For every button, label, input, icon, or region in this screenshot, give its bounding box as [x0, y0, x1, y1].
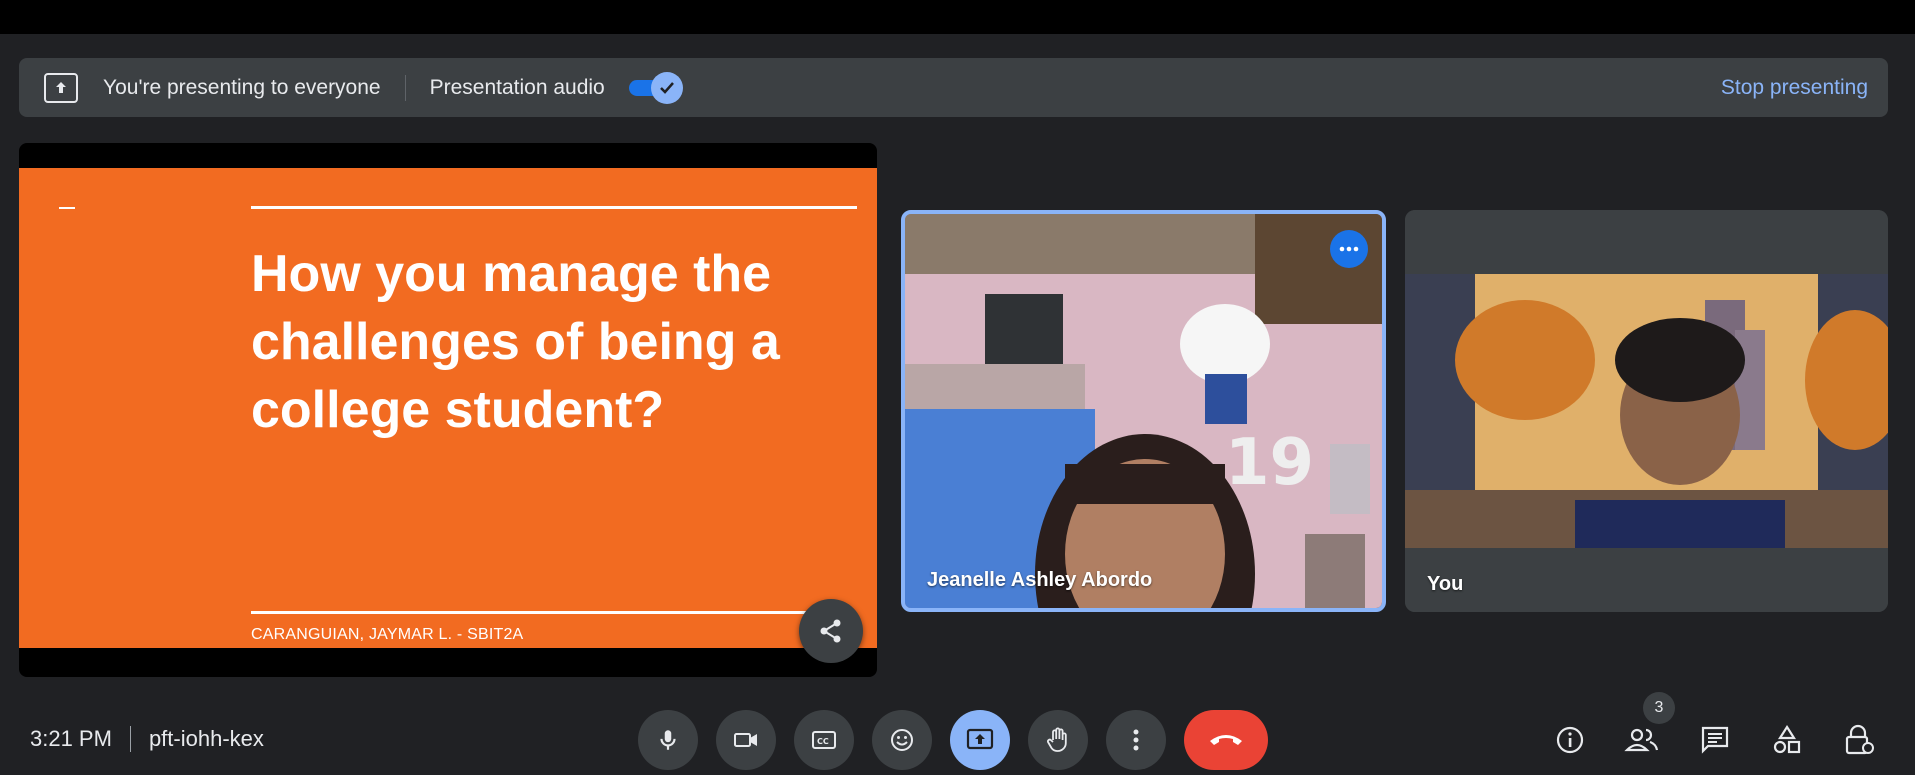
microphone-button[interactable]: [638, 710, 698, 770]
share-button[interactable]: [799, 599, 863, 663]
end-call-icon: [1210, 735, 1242, 745]
captions-button[interactable]: CC: [794, 710, 854, 770]
present-now-button[interactable]: [950, 710, 1010, 770]
meeting-details-button[interactable]: [1550, 720, 1590, 760]
stop-presenting-button[interactable]: Stop presenting: [1721, 76, 1868, 100]
mic-icon: [660, 730, 676, 750]
presenting-status-text: You're presenting to everyone: [103, 75, 381, 99]
presentation-tile: How you manage the challenges of being a…: [19, 143, 877, 677]
host-controls-button[interactable]: [1839, 720, 1879, 760]
slide-bottom-rule: [251, 611, 806, 614]
camera-button[interactable]: [716, 710, 776, 770]
top-black-bar: [0, 0, 1915, 34]
more-options-icon[interactable]: [1330, 230, 1368, 268]
activities-button[interactable]: [1767, 720, 1807, 760]
slide-top-rule: [251, 206, 857, 209]
emoji-icon: [891, 729, 913, 751]
host-lock-icon: [1845, 724, 1874, 755]
svg-text:CC: CC: [817, 737, 829, 746]
more-vert-icon: [1133, 729, 1139, 751]
reactions-button[interactable]: [872, 710, 932, 770]
slide-title: How you manage the challenges of being a…: [251, 245, 780, 439]
participant-name: You: [1427, 573, 1464, 595]
meeting-code: pft-iohh-kex: [148, 726, 264, 751]
video-icon: [734, 733, 757, 747]
meeting-info-divider: [129, 726, 131, 752]
bottom-control-bar: 3:21 PM pft-iohh-kex CC: [0, 700, 1915, 775]
participant-tile-jeanelle[interactable]: 19 Jeanelle Ashley Abordo: [901, 210, 1386, 612]
presentation-audio-toggle[interactable]: [628, 71, 683, 104]
chat-button[interactable]: [1695, 720, 1735, 760]
participant-tile-you[interactable]: You: [1405, 210, 1888, 612]
present-to-all-icon: [44, 72, 78, 103]
present-icon: [966, 728, 994, 750]
slide: How you manage the challenges of being a…: [19, 168, 877, 648]
banner-divider: [404, 74, 406, 101]
slide-author: CARANGUIAN, JAYMAR L. - SBIT2A: [251, 626, 524, 643]
chat-icon: [1701, 726, 1729, 754]
info-icon: [1556, 726, 1584, 754]
slide-dash: [59, 207, 75, 209]
participant-name: Jeanelle Ashley Abordo: [927, 569, 1153, 591]
activities-icon: [1773, 724, 1801, 754]
leave-call-button[interactable]: [1184, 710, 1268, 770]
more-options-button[interactable]: [1106, 710, 1166, 770]
people-count-badge: 3: [1643, 692, 1675, 724]
cc-icon: CC: [812, 731, 836, 749]
self-video: [1405, 210, 1888, 612]
raise-hand-button[interactable]: [1028, 710, 1088, 770]
presentation-audio-label: Presentation audio: [429, 75, 605, 99]
presenting-banner: You're presenting to everyone Presentati…: [19, 58, 1888, 117]
people-button[interactable]: [1622, 720, 1662, 760]
meeting-details: 3:21 PM pft-iohh-kex: [30, 726, 264, 752]
hand-icon: [1047, 727, 1067, 752]
check-icon: [650, 71, 683, 104]
svg-text:19: 19: [1225, 426, 1314, 500]
people-icon: [1624, 728, 1659, 752]
share-icon: [820, 619, 841, 643]
meeting-time: 3:21 PM: [30, 726, 112, 751]
participant-video: 19: [905, 214, 1382, 608]
